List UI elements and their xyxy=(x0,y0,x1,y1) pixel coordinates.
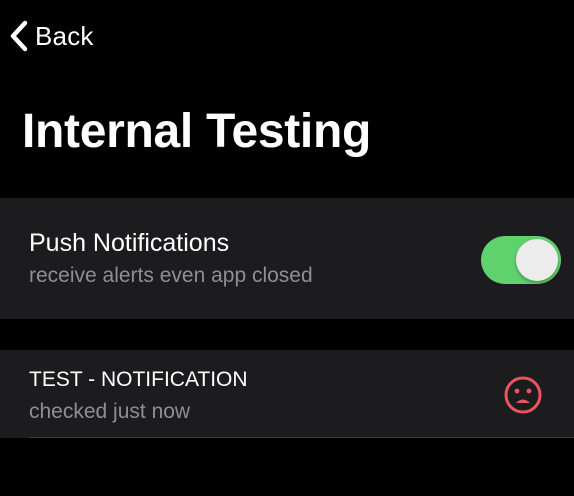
push-notifications-title: Push Notifications xyxy=(29,229,230,257)
chevron-left-icon xyxy=(10,20,28,52)
row-divider xyxy=(29,437,574,438)
test-notification-title: TEST - NOTIFICATION xyxy=(29,368,248,391)
toggle-knob xyxy=(516,239,558,281)
back-label: Back xyxy=(35,20,94,51)
test-notification-row[interactable]: TEST - NOTIFICATION checked just now xyxy=(0,350,574,438)
screen: Back Internal Testing Push Notifications… xyxy=(0,0,574,496)
back-button[interactable]: Back xyxy=(10,18,94,54)
page-title: Internal Testing xyxy=(22,105,372,158)
test-notification-subtitle: checked just now xyxy=(29,400,191,423)
frown-face-icon xyxy=(503,375,543,415)
push-notifications-subtitle: receive alerts even app closed xyxy=(29,264,313,287)
push-notifications-toggle[interactable] xyxy=(481,236,561,284)
